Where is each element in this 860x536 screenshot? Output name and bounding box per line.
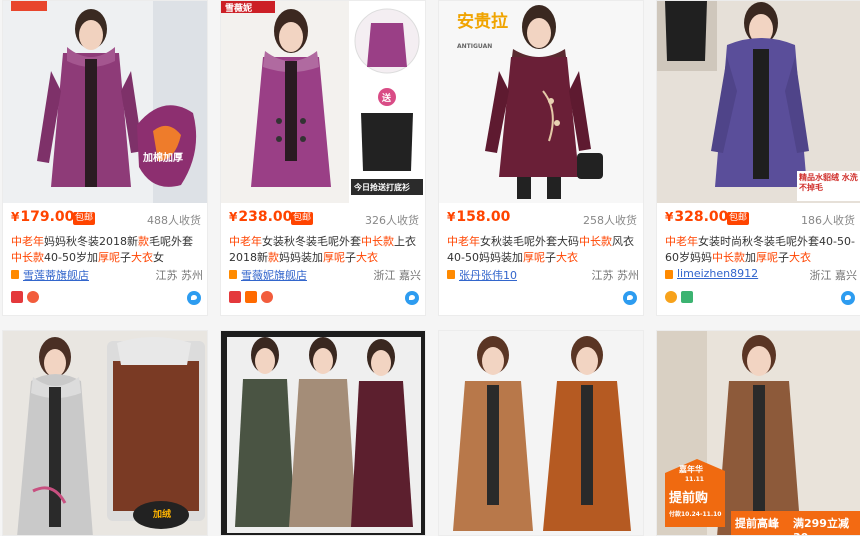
tmall-badge-icon xyxy=(229,291,241,303)
quality-badge-icon xyxy=(681,291,693,303)
location: 浙江 嘉兴 xyxy=(373,269,422,282)
shop-line: 雪薇妮旗舰店 浙江 嘉兴 xyxy=(229,267,421,283)
price-line: ¥158.00 258人收货 xyxy=(447,209,637,229)
badges xyxy=(447,291,639,305)
product-image[interactable] xyxy=(221,331,425,535)
product-card[interactable] xyxy=(438,330,644,536)
product-image[interactable]: 雪薇妮 送 今日抢送打底衫 xyxy=(221,1,425,203)
price: ¥328.00 xyxy=(665,209,729,225)
shop-link[interactable]: limeizhen8912 xyxy=(677,267,758,280)
shop-line: 张丹张伟10 江苏 苏州 xyxy=(447,267,639,283)
product-card[interactable]: 安贵拉 ANTIGUAN ¥158.00 258人收货 中老年女秋装毛呢外套大码… xyxy=(438,0,644,316)
wangwang-chat-icon[interactable] xyxy=(405,291,419,305)
brand-subtext: ANTIGUAN xyxy=(457,43,493,50)
shop-icon xyxy=(665,270,673,279)
new-badge-icon xyxy=(245,291,257,303)
promo-sub: 付款10.24-11.10 xyxy=(669,511,722,518)
product-title[interactable]: 中老年女装秋冬装毛呢外套中长款上衣2018新款妈妈装加厚呢子大衣 xyxy=(229,234,421,266)
product-image[interactable]: 精品水貂绒 水洗不掉毛 xyxy=(657,1,860,203)
badges xyxy=(229,291,421,305)
wangwang-chat-icon[interactable] xyxy=(841,291,855,305)
image-caption: 精品水貂绒 水洗不掉毛 xyxy=(799,173,858,192)
price: ¥158.00 xyxy=(447,209,511,225)
product-title[interactable]: 中老年妈妈秋冬装2018新款毛呢外套中长款40-50岁加厚呢子大衣女 xyxy=(11,234,203,266)
product-title[interactable]: 中老年女秋装毛呢外套大码中长款风衣40-50妈妈装加厚呢子大衣 xyxy=(447,234,639,266)
product-card[interactable]: 嘉年华 11.11 提前购 付款10.24-11.10 提前高峰 满299立减3… xyxy=(656,330,860,536)
image-caption: 加绒 xyxy=(153,510,172,520)
shop-link[interactable]: 雪薇妮旗舰店 xyxy=(241,267,307,283)
product-card[interactable] xyxy=(220,330,426,536)
product-card[interactable]: 加绒 xyxy=(2,330,208,536)
shop-icon xyxy=(229,270,237,279)
sales-count: 326人收货 xyxy=(365,214,419,227)
flower-badge-icon xyxy=(261,291,273,303)
banner-left: 提前高峰 xyxy=(735,517,779,530)
free-shipping-badge: 包邮 xyxy=(73,212,96,225)
product-image[interactable] xyxy=(439,331,643,535)
product-card[interactable]: 精品水貂绒 水洗不掉毛 ¥328.00 包邮 186人收货 中老年女装时尚秋冬装… xyxy=(656,0,860,316)
tmall-badge-icon xyxy=(11,291,23,303)
shop-line: 雪莲蒂旗舰店 江苏 苏州 xyxy=(11,267,203,283)
product-image[interactable]: 嘉年华 11.11 提前购 付款10.24-11.10 提前高峰 满299立减3… xyxy=(657,331,860,535)
price-line: ¥328.00 包邮 186人收货 xyxy=(665,209,855,229)
product-title[interactable]: 中老年女装时尚秋冬装毛呢外套40-50-60岁妈妈中长款加厚呢子大衣 xyxy=(665,234,857,266)
product-grid: 加棉加厚 ¥179.00 包邮 488人收货 中老年妈妈秋冬装2018新款毛呢外… xyxy=(0,0,860,536)
brand-logo: 安贵拉 xyxy=(457,12,508,32)
price: ¥179.00 xyxy=(11,209,75,225)
sales-count: 258人收货 xyxy=(583,214,637,227)
price-line: ¥179.00 包邮 488人收货 xyxy=(11,209,201,229)
badges xyxy=(665,291,857,305)
location: 浙江 嘉兴 xyxy=(809,269,858,282)
shop-icon xyxy=(11,270,19,279)
product-card[interactable]: 雪薇妮 送 今日抢送打底衫 ¥238.00 包邮 326人收货 中老年女装秋冬装… xyxy=(220,0,426,316)
promo-badge: 嘉年华 xyxy=(679,465,703,474)
product-image[interactable]: 加棉加厚 xyxy=(3,1,207,203)
image-caption: 今日抢送打底衫 xyxy=(354,183,410,192)
sales-count: 186人收货 xyxy=(801,214,855,227)
location: 江苏 苏州 xyxy=(155,269,204,282)
gold-seller-icon xyxy=(665,291,677,303)
location: 江苏 苏州 xyxy=(591,269,640,282)
image-caption: 加棉加厚 xyxy=(143,153,183,164)
free-shipping-badge: 包邮 xyxy=(291,212,314,225)
sales-count: 488人收货 xyxy=(147,214,201,227)
shop-icon xyxy=(447,270,455,279)
gift-label: 送 xyxy=(382,94,392,104)
badges xyxy=(11,291,203,305)
promo-main: 提前购 xyxy=(669,491,709,506)
promo-date: 11.11 xyxy=(685,476,704,483)
product-card[interactable]: 加棉加厚 ¥179.00 包邮 488人收货 中老年妈妈秋冬装2018新款毛呢外… xyxy=(2,0,208,316)
free-shipping-badge: 包邮 xyxy=(727,212,750,225)
wangwang-chat-icon[interactable] xyxy=(187,291,201,305)
price-line: ¥238.00 包邮 326人收货 xyxy=(229,209,419,229)
shop-line: limeizhen8912 浙江 嘉兴 xyxy=(665,267,857,283)
product-image[interactable]: 安贵拉 ANTIGUAN xyxy=(439,1,643,203)
wangwang-chat-icon[interactable] xyxy=(623,291,637,305)
price: ¥238.00 xyxy=(229,209,293,225)
shop-link[interactable]: 张丹张伟10 xyxy=(459,267,517,283)
banner-right: 满299立减30 xyxy=(793,517,849,535)
flower-badge-icon xyxy=(27,291,39,303)
brand-tag: 雪薇妮 xyxy=(225,4,253,14)
product-image[interactable]: 加绒 xyxy=(3,331,207,535)
shop-link[interactable]: 雪莲蒂旗舰店 xyxy=(23,267,89,283)
